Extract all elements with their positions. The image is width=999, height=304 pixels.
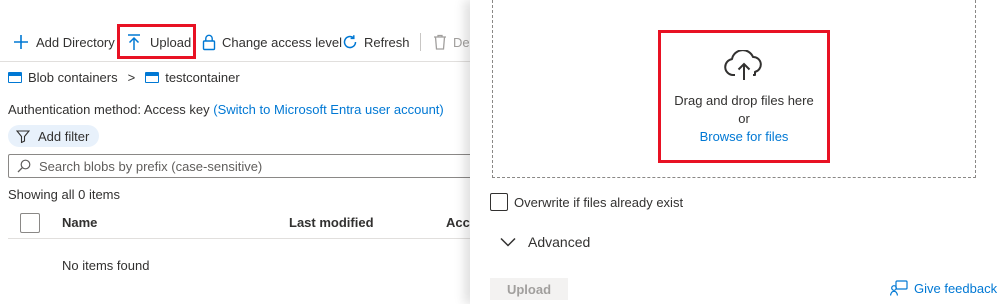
- breadcrumb-separator: >: [127, 70, 136, 85]
- give-feedback-link[interactable]: Give feedback: [890, 280, 997, 296]
- column-header-name[interactable]: Name: [62, 215, 97, 230]
- overwrite-checkbox[interactable]: [490, 193, 508, 211]
- toolbar: Add Directory Upload Change access level…: [0, 22, 470, 62]
- plus-icon: [14, 35, 28, 49]
- select-all-checkbox[interactable]: [20, 213, 40, 233]
- add-filter-button[interactable]: Add filter: [8, 125, 100, 147]
- container-icon: [8, 72, 22, 83]
- advanced-label: Advanced: [528, 234, 591, 250]
- lock-icon: [202, 34, 216, 51]
- breadcrumb-blob-containers[interactable]: Blob containers: [28, 70, 118, 85]
- cloud-upload-icon: [724, 50, 762, 80]
- change-access-level-label: Change access level: [222, 34, 342, 50]
- switch-auth-link[interactable]: (Switch to Microsoft Entra user account): [213, 102, 443, 117]
- browse-files-link[interactable]: Browse for files: [658, 129, 830, 144]
- chevron-down-icon: [500, 237, 516, 247]
- delete-button[interactable]: De: [433, 30, 470, 54]
- change-access-level-button[interactable]: Change access level: [202, 30, 342, 54]
- breadcrumb: Blob containers > testcontainer: [8, 70, 240, 85]
- item-count: Showing all 0 items: [8, 187, 120, 202]
- upload-submit-button[interactable]: Upload: [490, 278, 568, 300]
- or-text: or: [738, 111, 750, 126]
- search-input[interactable]: Search blobs by prefix (case-sensitive): [8, 154, 470, 178]
- upload-highlight-box: [117, 24, 196, 59]
- filter-icon: [16, 130, 30, 143]
- upload-panel: Drag and drop files here or Browse for f…: [470, 0, 999, 304]
- drop-zone-content: Drag and drop files here or Browse for f…: [658, 30, 830, 162]
- add-directory-label: Add Directory: [36, 34, 115, 50]
- refresh-button[interactable]: Refresh: [342, 30, 410, 54]
- overwrite-option[interactable]: Overwrite if files already exist: [490, 193, 683, 211]
- container-icon: [145, 72, 160, 83]
- authentication-method: Authentication method: Access key (Switc…: [8, 102, 444, 117]
- delete-label: De: [453, 34, 470, 50]
- trash-icon: [434, 34, 446, 50]
- advanced-toggle[interactable]: Advanced: [500, 234, 590, 250]
- refresh-icon: [343, 35, 357, 49]
- add-filter-label: Add filter: [38, 128, 90, 144]
- drop-zone[interactable]: Drag and drop files here or Browse for f…: [492, 0, 976, 178]
- feedback-icon: [890, 280, 908, 296]
- add-directory-button[interactable]: Add Directory: [12, 30, 115, 54]
- auth-value: Access key: [143, 102, 210, 117]
- refresh-label: Refresh: [364, 34, 410, 50]
- drag-drop-text: Drag and drop files here: [674, 93, 814, 108]
- give-feedback-label: Give feedback: [914, 280, 998, 296]
- auth-label: Authentication method:: [8, 102, 141, 117]
- breadcrumb-current: testcontainer: [165, 70, 240, 85]
- table-header: Name Last modified Acce: [8, 205, 470, 239]
- search-icon: [17, 159, 31, 173]
- blob-container-pane: Add Directory Upload Change access level…: [0, 0, 470, 304]
- overwrite-label: Overwrite if files already exist: [514, 194, 684, 210]
- toolbar-separator: [420, 33, 421, 51]
- search-placeholder: Search blobs by prefix (case-sensitive): [39, 158, 263, 174]
- empty-message: No items found: [62, 258, 150, 273]
- column-header-access[interactable]: Acce: [446, 215, 470, 230]
- column-header-last-modified[interactable]: Last modified: [289, 215, 374, 230]
